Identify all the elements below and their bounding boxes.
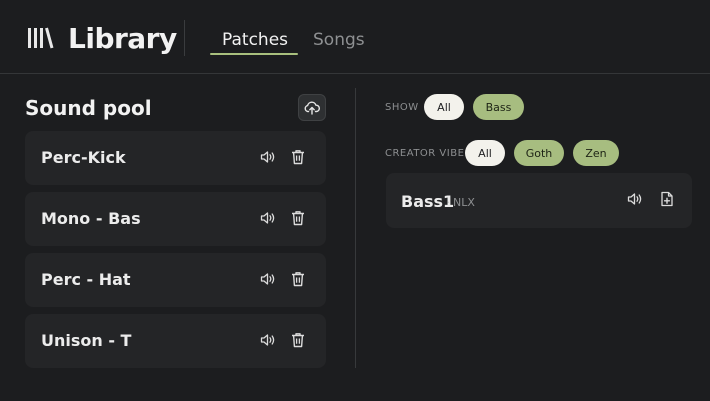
sound-pool-item-label: Perc-Kick [41,148,126,167]
trash-icon[interactable] [291,271,305,287]
header-divider [184,20,185,56]
show-filter-bass[interactable]: Bass [473,94,524,120]
speaker-icon[interactable] [260,333,276,347]
creator-vibe-label: CREATOR VIBE [385,148,465,159]
sound-pool-item[interactable]: Unison - T [25,314,326,368]
sound-pool-item-label: Perc - Hat [41,270,131,289]
patch-card[interactable]: Bass1 · NLX [386,173,692,228]
speaker-icon[interactable] [260,150,276,164]
library-app: Library Patches Songs Sound pool Perc-Ki… [0,0,710,401]
tab-songs[interactable]: Songs [313,30,365,50]
app-title: Library [68,22,177,55]
show-filter-all[interactable]: All [424,94,464,120]
sound-pool-item[interactable]: Perc-Kick [25,131,326,185]
header: Library Patches Songs [0,0,710,74]
patch-creator: · NLX [446,196,475,209]
sound-pool-item[interactable]: Mono - Bas [25,192,326,246]
speaker-icon[interactable] [627,192,643,206]
add-file-icon[interactable] [660,191,674,207]
vibe-filter-all[interactable]: All [465,140,505,166]
sound-pool-item-label: Mono - Bas [41,209,141,228]
cloud-upload-icon [304,101,320,115]
active-tab-indicator [210,53,298,55]
tab-patches[interactable]: Patches [222,30,288,50]
sound-pool-item-label: Unison - T [41,331,132,350]
show-filter-label: SHOW [385,102,419,113]
sound-pool-list: Perc-Kick Mono - Bas Perc - Hat Unison -… [25,131,326,375]
vibe-filter-goth[interactable]: Goth [514,140,564,166]
trash-icon[interactable] [291,332,305,348]
library-icon [27,26,55,50]
trash-icon[interactable] [291,149,305,165]
vibe-filter-zen[interactable]: Zen [573,140,619,166]
speaker-icon[interactable] [260,272,276,286]
upload-button[interactable] [298,94,326,121]
sound-pool-title: Sound pool [25,96,152,120]
speaker-icon[interactable] [260,211,276,225]
sound-pool-item[interactable]: Perc - Hat [25,253,326,307]
trash-icon[interactable] [291,210,305,226]
panel-divider [355,88,356,368]
